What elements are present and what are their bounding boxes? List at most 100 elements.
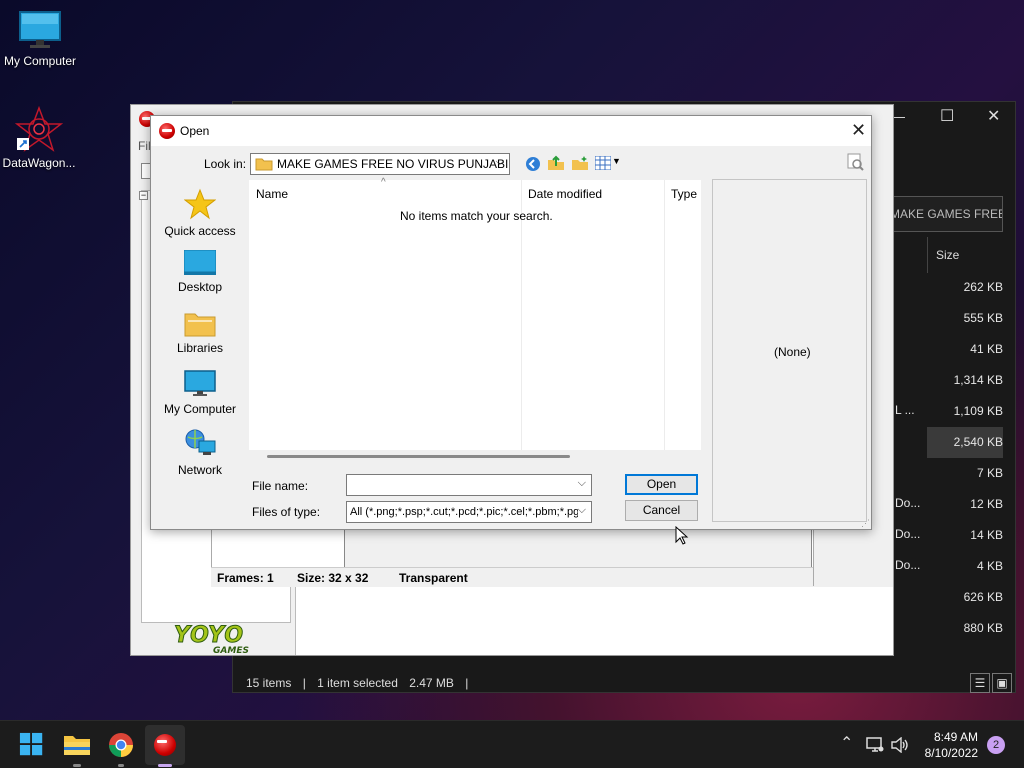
maximize-button[interactable]: ☐ bbox=[940, 106, 954, 126]
preview-pane: (None) bbox=[712, 179, 867, 522]
running-indicator bbox=[73, 764, 81, 767]
file-name-fragment[interactable]: Do... bbox=[895, 558, 920, 572]
preview-text: (None) bbox=[774, 345, 811, 359]
size-cell: 555 KB bbox=[963, 311, 1003, 325]
column-header-date-modified[interactable]: Date modified bbox=[528, 187, 602, 201]
open-button[interactable]: Open bbox=[625, 474, 698, 495]
new-folder-icon[interactable] bbox=[571, 155, 589, 171]
place-libraries[interactable]: Libraries bbox=[161, 311, 239, 355]
volume-icon[interactable] bbox=[891, 737, 909, 753]
logo-text: YOYO bbox=[173, 623, 245, 648]
clock-time: 8:49 AM bbox=[933, 730, 978, 744]
gamemaker-taskbar-button[interactable] bbox=[145, 725, 185, 765]
item-count: 15 items bbox=[246, 676, 292, 690]
address-bar[interactable]: MAKE GAMES FREE ... bbox=[883, 196, 1003, 232]
size-cell: 880 KB bbox=[963, 621, 1003, 635]
yoyo-games-logo: YOYO GAMES bbox=[163, 623, 255, 657]
up-folder-icon[interactable] bbox=[547, 155, 565, 171]
tree-expander[interactable]: − bbox=[139, 191, 148, 200]
column-divider bbox=[664, 180, 665, 450]
gamemaker-icon bbox=[154, 734, 176, 756]
back-icon[interactable] bbox=[525, 156, 541, 172]
details-view-button[interactable]: ☰ bbox=[970, 673, 990, 693]
taskbar: ⌃ 8:49 AM 8/10/2022 2 bbox=[0, 720, 1024, 768]
notification-badge[interactable]: 2 bbox=[987, 736, 1005, 754]
cancel-button[interactable]: Cancel bbox=[625, 500, 698, 521]
chrome-icon[interactable] bbox=[107, 731, 135, 759]
datawagon-logo-icon bbox=[15, 106, 63, 152]
frames-label: Frames: 1 bbox=[217, 571, 274, 585]
preview-icon[interactable] bbox=[847, 153, 865, 171]
desktop-icon-datawagon[interactable]: DataWagon... bbox=[0, 106, 79, 170]
place-desktop[interactable]: Desktop bbox=[161, 250, 239, 294]
clock-date: 8/10/2022 bbox=[924, 746, 978, 760]
file-explorer-icon[interactable] bbox=[63, 731, 91, 759]
look-in-dropdown[interactable]: MAKE GAMES FREE NO VIRUS PUNJABI ⌵ bbox=[250, 153, 510, 175]
place-quick-access[interactable]: Quick access bbox=[161, 188, 239, 238]
size-cell: 7 KB bbox=[976, 466, 1003, 480]
size-cell: 1,109 KB bbox=[953, 404, 1003, 418]
place-my-computer[interactable]: My Computer bbox=[161, 370, 239, 416]
libraries-icon bbox=[184, 313, 216, 337]
size-cell: 626 KB bbox=[963, 590, 1003, 604]
look-in-value: MAKE GAMES FREE NO VIRUS PUNJABI bbox=[277, 157, 509, 171]
place-label: Desktop bbox=[177, 280, 223, 294]
selected-count: 1 item selected bbox=[317, 676, 398, 690]
place-label: Libraries bbox=[176, 341, 224, 355]
close-button[interactable]: ✕ bbox=[987, 106, 1000, 126]
files-of-type-label: Files of type: bbox=[252, 505, 321, 519]
place-network[interactable]: Network bbox=[161, 429, 239, 477]
place-label: My Computer bbox=[163, 402, 237, 416]
size-cell: 41 KB bbox=[970, 342, 1003, 356]
computer-icon bbox=[184, 370, 216, 396]
status-separator: | bbox=[465, 676, 469, 690]
gamemaker-icon bbox=[159, 123, 175, 139]
mouse-cursor-icon bbox=[675, 526, 689, 545]
clock[interactable]: 8:49 AM 8/10/2022 bbox=[914, 729, 978, 761]
file-name-fragment[interactable]: Do... bbox=[895, 527, 920, 541]
menu-file[interactable]: Fil bbox=[138, 139, 151, 153]
column-header-size[interactable]: Size bbox=[927, 237, 1007, 273]
open-dialog[interactable]: Open ✕ Look in: MAKE GAMES FREE NO VIRUS… bbox=[150, 115, 872, 530]
desktop-icon bbox=[184, 250, 216, 275]
file-list[interactable]: ^ Name Date modified Type No items match… bbox=[249, 177, 701, 458]
dialog-titlebar[interactable]: Open ✕ bbox=[151, 116, 871, 146]
desktop-icon-label: DataWagon... bbox=[2, 156, 76, 170]
file-name-fragment[interactable]: L ... bbox=[895, 403, 915, 417]
sort-up-icon: ^ bbox=[381, 177, 386, 188]
dialog-title: Open bbox=[180, 124, 210, 138]
place-label: Quick access bbox=[164, 224, 236, 238]
chevron-up-icon[interactable]: ⌃ bbox=[840, 733, 853, 753]
empty-message: No items match your search. bbox=[400, 209, 553, 223]
running-indicator bbox=[118, 764, 124, 767]
size-cell: 262 KB bbox=[963, 280, 1003, 294]
network-icon bbox=[185, 429, 216, 455]
desktop-icon-my-computer[interactable]: My Computer bbox=[0, 10, 80, 68]
size-cell: 1,314 KB bbox=[953, 373, 1003, 387]
content-panel bbox=[295, 587, 893, 655]
logo-subtext: GAMES bbox=[213, 646, 249, 656]
horizontal-scrollbar[interactable] bbox=[267, 455, 570, 458]
view-menu-button[interactable]: ▼ bbox=[594, 155, 621, 172]
close-icon[interactable]: ✕ bbox=[851, 121, 866, 139]
caret-down-icon: ▼ bbox=[612, 156, 621, 166]
size-column: 262 KB 555 KB 41 KB 1,314 KB 1,109 KB 2,… bbox=[927, 272, 1003, 644]
star-icon bbox=[184, 188, 216, 220]
look-in-label: Look in: bbox=[204, 157, 247, 171]
windows-start-icon[interactable] bbox=[19, 732, 45, 758]
folder-icon bbox=[255, 158, 273, 171]
files-of-type-select[interactable]: All (*.png;*.psp;*.cut;*.pcd;*.pic;*.cel… bbox=[346, 501, 592, 523]
explorer-status-bar: 15 items | 1 item selected 2.47 MB | bbox=[246, 676, 476, 690]
file-name-fragment[interactable]: Do... bbox=[895, 496, 920, 510]
file-name-input[interactable]: ⌵ bbox=[346, 474, 592, 496]
column-header-name[interactable]: Name bbox=[256, 187, 288, 201]
size-cell: 14 KB bbox=[970, 528, 1003, 542]
resize-grip-icon[interactable]: ⋰ bbox=[861, 518, 870, 529]
tiles-view-button[interactable]: ▣ bbox=[992, 673, 1012, 693]
sprite-status-bar: Frames: 1 Size: 32 x 32 Transparent bbox=[211, 567, 813, 587]
chevron-down-icon: ⌵ bbox=[495, 156, 504, 168]
status-separator: | bbox=[302, 676, 306, 690]
column-header-type[interactable]: Type bbox=[671, 187, 697, 201]
network-status-icon[interactable] bbox=[866, 737, 884, 753]
size-cell-selected: 2,540 KB bbox=[927, 427, 1003, 458]
